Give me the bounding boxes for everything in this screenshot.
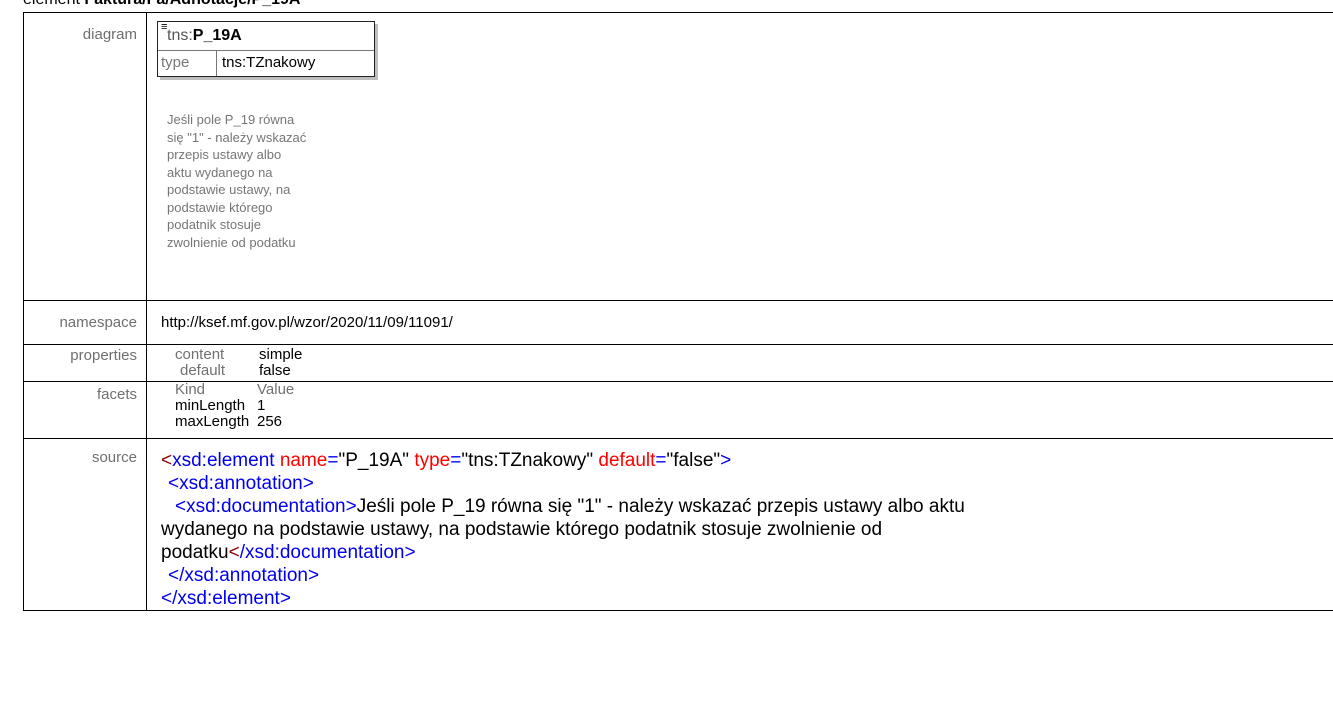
diagram-label: diagram xyxy=(23,12,147,301)
property-row: content simple xyxy=(161,347,1333,363)
diagram-element-name: tns:P_19A xyxy=(167,27,242,44)
source-code: <xsd:element name="P_19A" type="tns:TZna… xyxy=(161,439,1333,610)
facet-value: 1 xyxy=(257,397,266,414)
source-label: source xyxy=(23,438,147,611)
property-key: default xyxy=(180,362,226,379)
diagram-type-divider xyxy=(216,51,217,76)
properties-row: properties content simple default false xyxy=(23,344,1333,382)
diagram-documentation: Jeśli pole P_19 równa się "1" - należy w… xyxy=(167,111,367,251)
source-line: <xsd:element name="P_19A" type="tns:TZna… xyxy=(161,450,732,471)
namespace-row: namespace http://ksef.mf.gov.pl/wzor/202… xyxy=(23,300,1333,345)
facets-header-kind: Kind xyxy=(175,381,206,398)
facets-header: Kind Value xyxy=(161,382,1333,398)
diagram-type-row: type tns:TZnakowy xyxy=(158,51,374,76)
diagram-doc-line: zwolnienie od podatku xyxy=(167,234,296,250)
element-doc-table: diagram namespace http://ksef.mf.gov.pl/… xyxy=(23,12,1333,611)
heading-path: Faktura/Fa/Adnotacje/P_19A xyxy=(84,0,300,8)
property-value: false xyxy=(259,362,291,379)
source-line: <xsd:annotation> xyxy=(168,473,314,494)
diagram-doc-line: podstawie ustawy, na xyxy=(167,182,291,197)
facet-kind: minLength xyxy=(175,397,246,414)
element-diagram-box: ≡ tns:P_19A type tns:TZnakowy xyxy=(157,21,375,77)
property-value: simple xyxy=(259,346,303,363)
diagram-doc-line: Jeśli pole P_19 równa xyxy=(167,112,295,127)
source-line: podatku</xsd:documentation> xyxy=(161,542,416,563)
facets-table: Kind Value minLength 1 maxLength 256 xyxy=(161,382,1333,430)
properties-table: content simple default false xyxy=(161,345,1333,379)
property-row: default false xyxy=(161,363,1333,379)
facet-kind: maxLength xyxy=(175,413,250,430)
property-key: content xyxy=(175,346,225,363)
heading-prefix: element xyxy=(23,0,80,8)
page-heading: element Faktura/Fa/Adnotacje/P_19A xyxy=(23,0,300,9)
source-line: <xsd:documentation>Jeśli pole P_19 równa… xyxy=(175,496,965,517)
namespace-value: http://ksef.mf.gov.pl/wzor/2020/11/09/11… xyxy=(161,314,453,331)
facets-label: facets xyxy=(23,381,147,439)
diagram-type-value: tns:TZnakowy xyxy=(222,54,316,71)
source-line: </xsd:element> xyxy=(161,588,291,609)
facets-row: facets Kind Value minLength 1 maxLength … xyxy=(23,381,1333,439)
source-row: source <xsd:element name="P_19A" type="t… xyxy=(23,438,1333,611)
source-line: </xsd:annotation> xyxy=(168,565,320,586)
diagram-doc-line: przepis ustawy albo xyxy=(167,147,282,162)
properties-label: properties xyxy=(23,344,147,382)
diagram-doc-line: się "1" - należy wskazać xyxy=(167,129,307,145)
diagram-doc-line: podatnik stosuje xyxy=(167,217,261,232)
diagram-doc-line: aktu wydanego na xyxy=(167,164,273,180)
diagram-doc-line: podstawie którego xyxy=(167,199,273,215)
facet-value: 256 xyxy=(257,413,283,430)
diagram-type-key: type xyxy=(161,54,190,71)
facet-row: maxLength 256 xyxy=(161,414,1333,430)
facets-header-value: Value xyxy=(257,381,295,398)
namespace-label: namespace xyxy=(23,300,147,345)
diagram-title-bar: ≡ tns:P_19A xyxy=(158,22,374,51)
source-line: wydanego na podstawie ustawy, na podstaw… xyxy=(161,519,883,540)
facet-row: minLength 1 xyxy=(161,398,1333,414)
